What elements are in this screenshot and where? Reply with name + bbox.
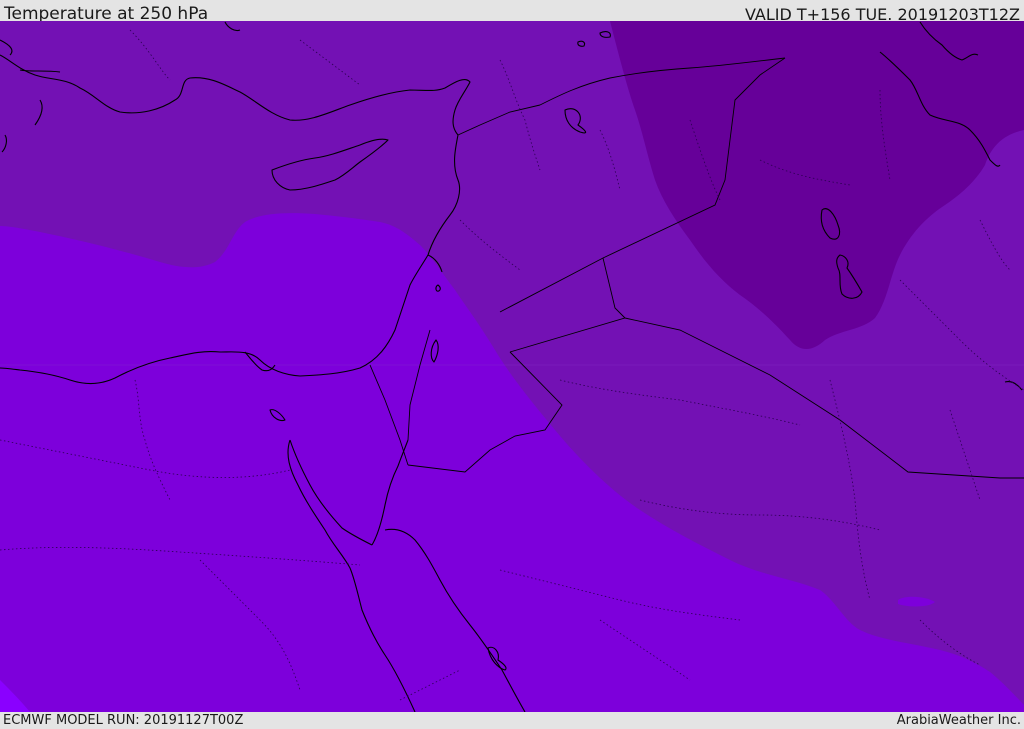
map-svg	[0, 21, 1024, 712]
map-figure: Temperature at 250 hPa VALID T+156 TUE. …	[0, 0, 1024, 729]
map-area	[0, 21, 1024, 712]
footer-bar: ECMWF MODEL RUN: 20191127T00Z ArabiaWeat…	[0, 712, 1024, 729]
credit-label: ArabiaWeather Inc.	[896, 713, 1021, 728]
model-run-label: ECMWF MODEL RUN: 20191127T00Z	[3, 713, 244, 728]
header-bar: Temperature at 250 hPa VALID T+156 TUE. …	[0, 0, 1024, 24]
